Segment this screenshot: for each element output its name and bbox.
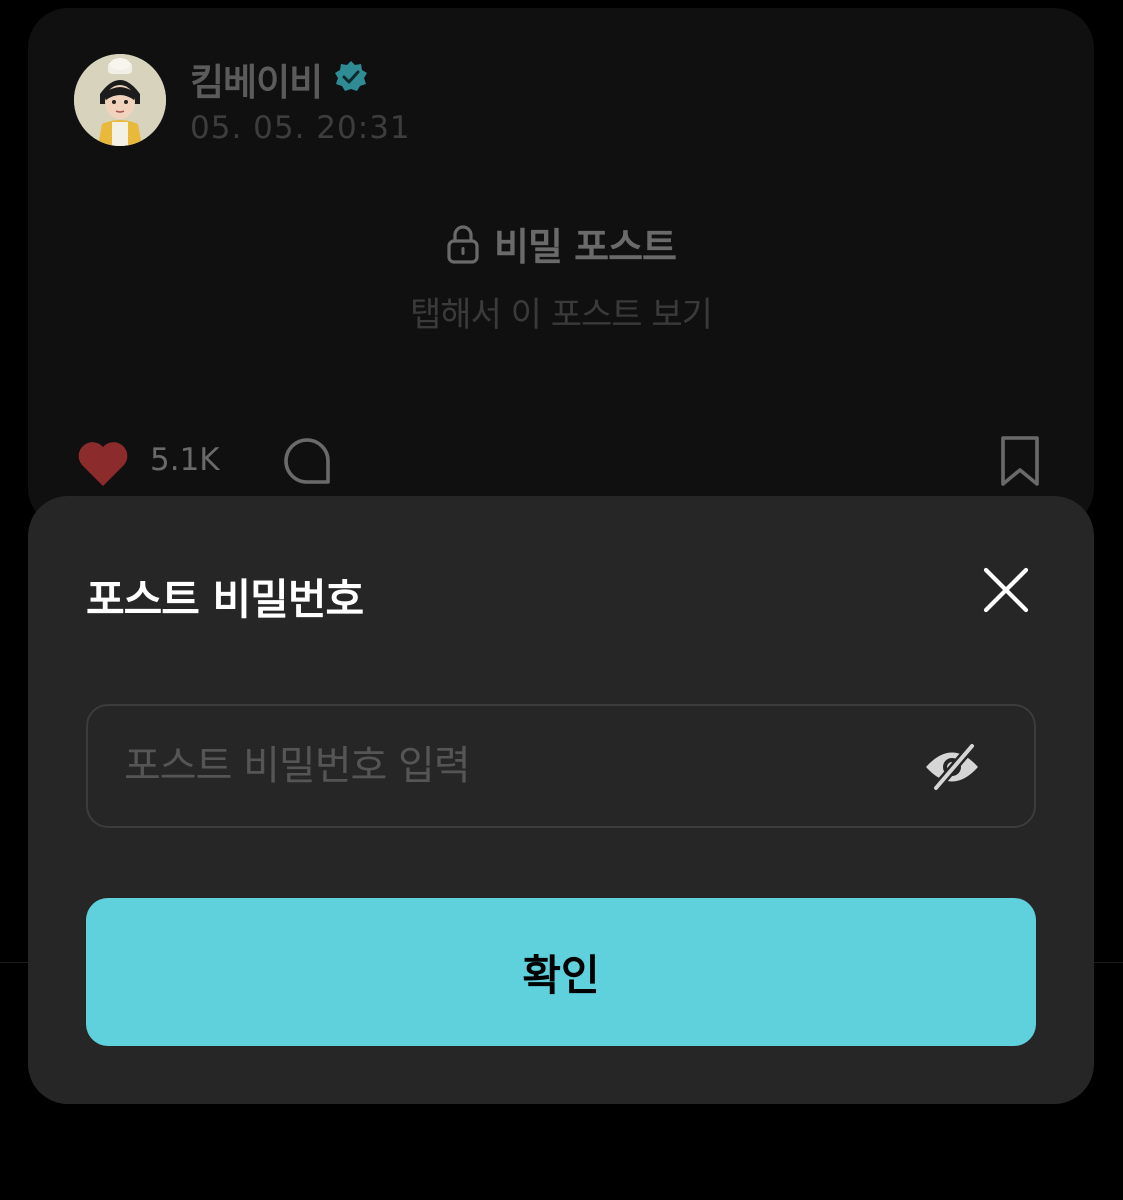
avatar-image [74,54,166,146]
post-password-sheet: 포스트 비밀번호 확인 [28,496,1094,1104]
password-input[interactable] [124,706,904,826]
comment-icon[interactable] [282,436,332,486]
heart-icon[interactable] [76,438,130,488]
confirm-button[interactable]: 확인 [86,898,1036,1046]
avatar[interactable] [74,54,166,146]
secret-post-label: 비밀 포스트 [493,225,677,269]
close-icon [983,567,1029,613]
show-password-toggle[interactable] [922,742,982,792]
close-button[interactable] [978,562,1034,618]
sheet-title: 포스트 비밀번호 [86,575,364,624]
screen: 킴베이비 05. 05. 20:31 비밀 포스트 탭해서 이 포스트 보기 5… [0,0,1123,1200]
secret-post-notice[interactable]: 비밀 포스트 탭해서 이 포스트 보기 [28,216,1094,336]
post-card[interactable]: 킴베이비 05. 05. 20:31 비밀 포스트 탭해서 이 포스트 보기 5… [28,8,1094,528]
eye-off-icon [926,742,978,792]
verified-icon [335,61,367,91]
secret-post-title: 비밀 포스트 [446,216,677,271]
lock-icon [447,224,479,264]
secret-post-subtitle: 탭해서 이 포스트 보기 [410,295,713,335]
author-name[interactable]: 킴베이비 [190,52,323,106]
post-action-bar: 5.1K [28,434,1094,490]
post-timestamp: 05. 05. 20:31 [190,110,411,146]
password-field [86,704,1036,828]
bookmark-icon[interactable] [996,434,1044,488]
like-count: 5.1K [150,442,220,478]
